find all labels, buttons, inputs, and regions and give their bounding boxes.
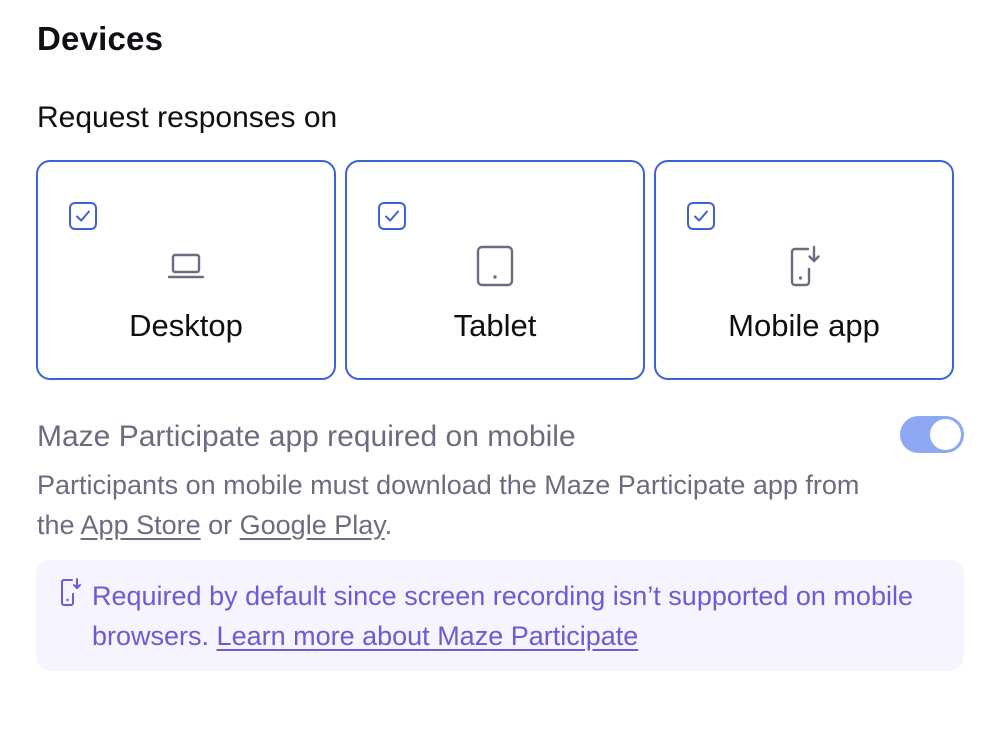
desc-suffix: . xyxy=(384,510,393,540)
toggle-knob xyxy=(930,419,961,450)
checkmark-icon xyxy=(385,210,399,222)
device-card-mobile-app[interactable]: Mobile app xyxy=(654,160,954,380)
tablet-icon xyxy=(473,244,517,288)
mobile-download-icon xyxy=(58,577,84,607)
checkmark-icon xyxy=(694,210,708,222)
learn-more-link[interactable]: Learn more about Maze Participate xyxy=(217,621,639,651)
device-label-mobile-app: Mobile app xyxy=(728,308,880,343)
device-label-desktop: Desktop xyxy=(129,308,243,343)
info-text: Required by default since screen recordi… xyxy=(92,576,942,656)
participate-app-toggle[interactable] xyxy=(900,416,964,453)
device-card-tablet[interactable]: Tablet xyxy=(345,160,645,380)
device-options: Desktop Tablet Mobile app xyxy=(36,160,954,380)
desktop-checkbox[interactable] xyxy=(69,202,97,230)
mobile-app-checkbox[interactable] xyxy=(687,202,715,230)
app-store-link[interactable]: App Store xyxy=(81,510,201,540)
google-play-link[interactable]: Google Play xyxy=(240,510,385,540)
section-title: Devices xyxy=(37,20,164,57)
device-label-tablet: Tablet xyxy=(453,308,537,343)
participate-app-description: Participants on mobile must download the… xyxy=(37,465,897,545)
laptop-icon xyxy=(164,244,208,288)
mobile-download-icon xyxy=(782,244,826,288)
device-card-desktop[interactable]: Desktop xyxy=(36,160,336,380)
desc-middle: or xyxy=(200,510,240,540)
checkmark-icon xyxy=(76,210,90,222)
request-responses-heading: Request responses on xyxy=(37,101,338,134)
info-callout: Required by default since screen recordi… xyxy=(36,560,964,671)
participate-app-required-label: Maze Participate app required on mobile xyxy=(37,420,576,453)
tablet-checkbox[interactable] xyxy=(378,202,406,230)
